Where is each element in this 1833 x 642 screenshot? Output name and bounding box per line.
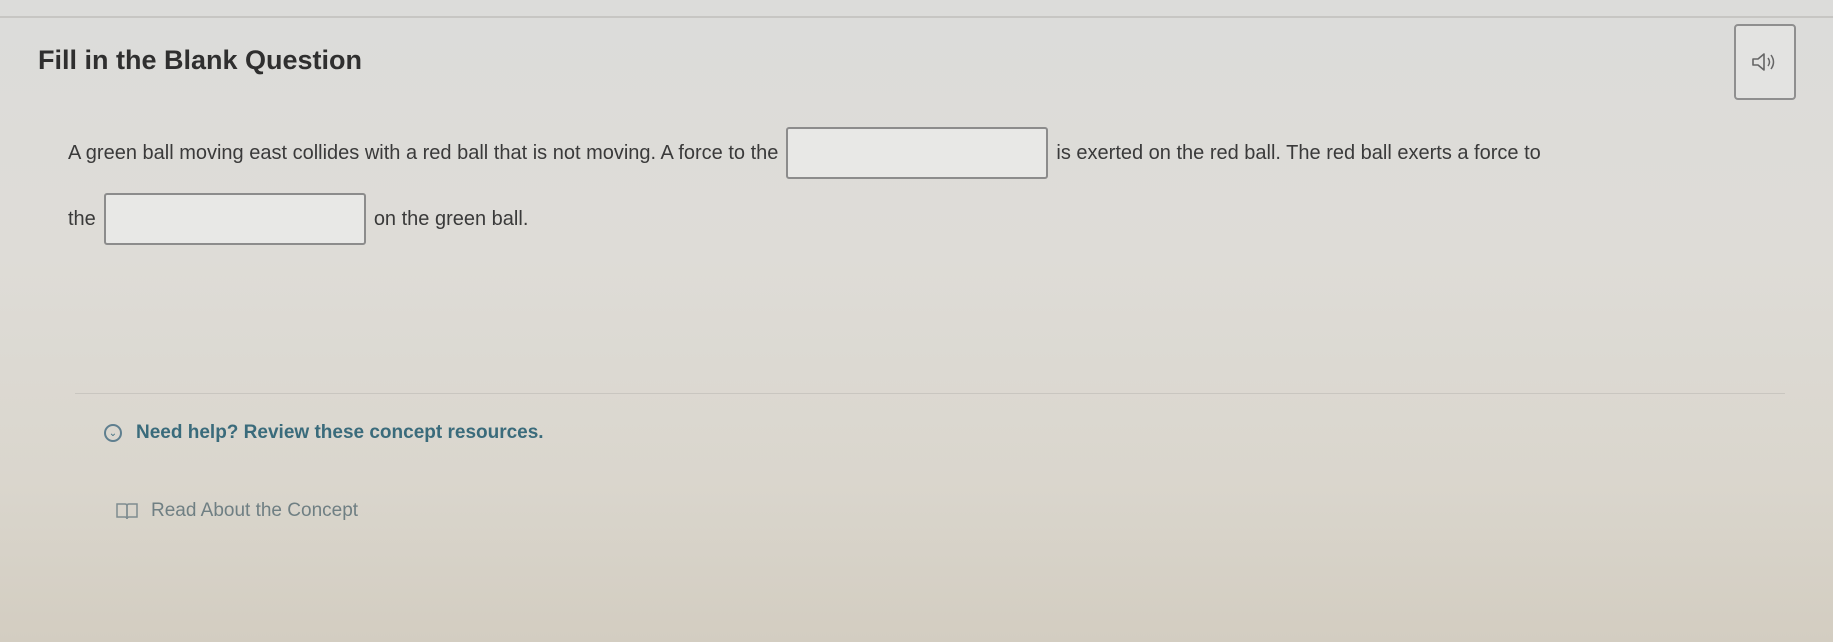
concept-resources-toggle[interactable]: ⌄ Need help? Review these concept resour… xyxy=(104,422,544,444)
answer-blank-2[interactable] xyxy=(103,193,366,245)
concept-resources-label: Need help? Review these concept resource… xyxy=(136,422,544,443)
question-line-1: A green ball moving east collides with a… xyxy=(68,120,1788,186)
page-title: Fill in the Blank Question xyxy=(38,45,363,75)
section-divider xyxy=(75,393,1785,394)
question-text-1: A green ball moving east collides with a… xyxy=(68,142,779,164)
book-icon xyxy=(116,503,138,520)
question-text-3: the xyxy=(68,208,96,230)
chevron-down-icon: ⌄ xyxy=(104,424,122,442)
question-body: A green ball moving east collides with a… xyxy=(68,120,1788,252)
answer-blank-1[interactable] xyxy=(786,127,1049,179)
read-about-concept-label: Read About the Concept xyxy=(151,500,359,521)
question-line-2: the on the green ball. xyxy=(68,186,1788,252)
question-text-2: is exerted on the red ball. The red ball… xyxy=(1056,142,1541,164)
question-text-4: on the green ball. xyxy=(373,208,529,230)
audio-button[interactable] xyxy=(1734,24,1796,100)
top-divider xyxy=(0,16,1833,18)
speaker-icon xyxy=(1752,53,1775,71)
read-about-concept-link[interactable]: Read About the Concept xyxy=(115,500,358,522)
